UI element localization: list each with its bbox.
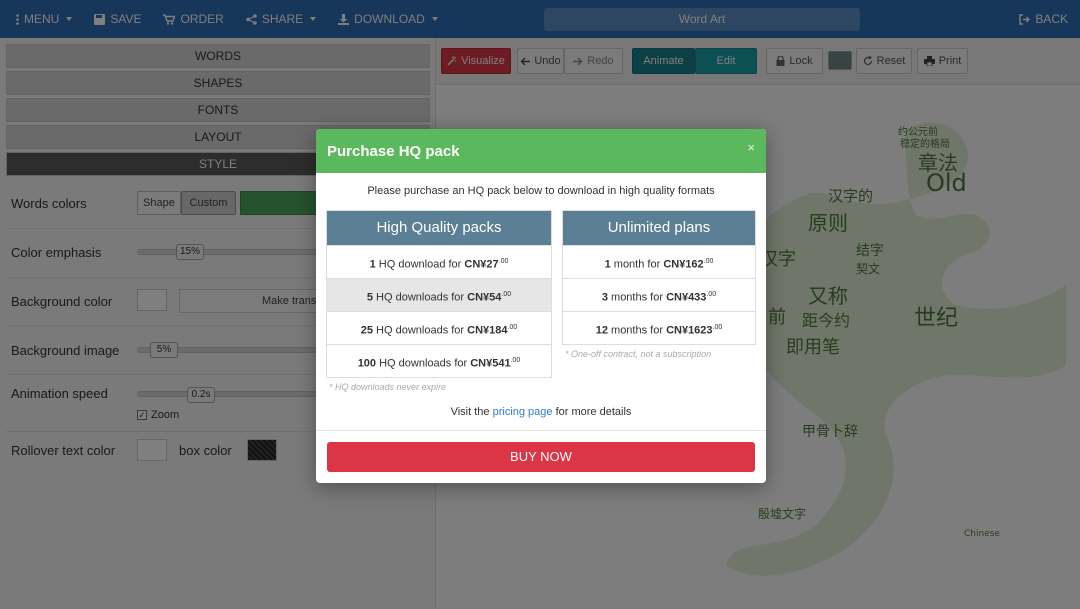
plan-cents: .00 [706,291,717,298]
pack-price: CN¥27 [464,258,499,271]
pack-text: HQ downloads for [379,357,468,370]
hq-pack-option[interactable]: 100 HQ downloads for CN¥541.00 [327,344,551,377]
hq-packs-column: High Quality packs 1 HQ download for CN¥… [326,210,552,378]
pack-price: CN¥54 [467,291,502,304]
unlimited-note: * One-off contract, not a subscription [565,349,712,359]
pack-count: 5 [366,291,373,304]
pack-count: 25 [360,324,373,337]
hq-pack-option[interactable]: 1 HQ download for CN¥27.00 [327,245,551,278]
hq-packs-title: High Quality packs [327,211,551,245]
hq-pack-option[interactable]: 25 HQ downloads for CN¥184.00 [327,311,551,344]
pack-text: HQ download for [378,258,462,271]
plan-count: 12 [595,324,608,337]
pack-cents: .00 [501,291,512,298]
plan-text: months for [611,291,663,304]
plan-count: 3 [601,291,608,304]
plan-price: CN¥162 [663,258,704,271]
pack-price: CN¥541 [470,357,511,370]
details-prefix: Visit the [450,406,490,418]
pack-price: CN¥184 [467,324,508,337]
pack-count: 100 [357,357,377,370]
plan-count: 1 [604,258,611,271]
pack-count: 1 [369,258,376,271]
pack-cents: .00 [507,324,518,331]
unlimited-plan-option[interactable]: 12 months for CN¥1623.00 [563,311,755,344]
modal-title: Purchase HQ pack [316,129,766,173]
plan-text: months for [611,324,663,337]
unlimited-plan-option[interactable]: 3 months for CN¥433.00 [563,278,755,311]
pricing-page-link[interactable]: pricing page [493,406,553,418]
buy-now-button[interactable]: BUY NOW [327,442,755,472]
plan-price: CN¥1623 [666,324,713,337]
plan-cents: .00 [703,258,714,265]
plan-cents: .00 [712,324,723,331]
unlimited-plans-title: Unlimited plans [563,211,755,245]
plan-text: month for [613,258,661,271]
close-icon[interactable]: × [747,140,755,155]
details-suffix: for more details [555,406,632,418]
plan-price: CN¥433 [666,291,707,304]
hq-note: * HQ downloads never expire [329,382,447,392]
pack-text: HQ downloads for [376,324,465,337]
purchase-modal: Purchase HQ pack × Please purchase an HQ… [316,129,766,483]
unlimited-plan-option[interactable]: 1 month for CN¥162.00 [563,245,755,278]
pack-text: HQ downloads for [376,291,465,304]
pricing-details: Visit the pricing page for more details [316,406,766,418]
hq-pack-option[interactable]: 5 HQ downloads for CN¥54.00 [327,278,551,311]
modal-divider [316,430,766,431]
modal-intro-text: Please purchase an HQ pack below to down… [367,185,715,197]
pack-cents: .00 [510,357,521,364]
unlimited-plans-column: Unlimited plans 1 month for CN¥162.00 3 … [562,210,756,345]
pack-cents: .00 [498,258,509,265]
